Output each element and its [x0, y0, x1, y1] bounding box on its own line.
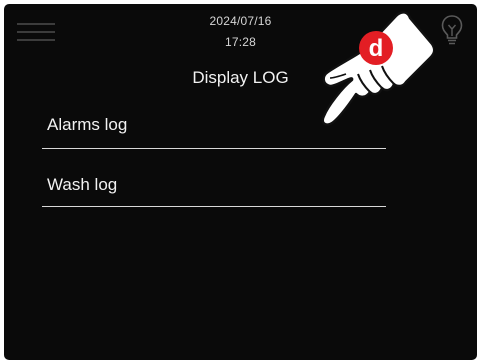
list-item-label: Wash log: [47, 175, 118, 194]
badge-letter: d: [369, 35, 384, 62]
lightbulb-icon[interactable]: [440, 14, 464, 48]
pointing-hand-icon: d: [321, 11, 434, 126]
list-item-label: Alarms log: [47, 115, 128, 134]
list-item-wash-log[interactable]: Wash log: [42, 150, 386, 207]
device-screen: 2024/07/16 17:28 Display LOG Alarms log …: [4, 4, 477, 360]
